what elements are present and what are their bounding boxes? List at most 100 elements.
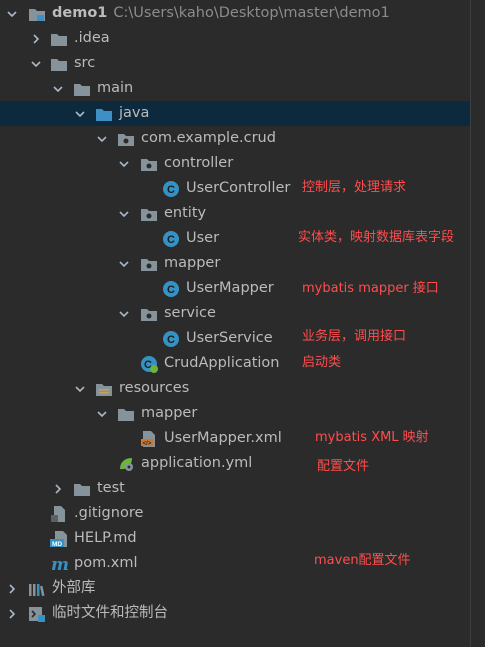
- package-label: com.example.crud: [141, 130, 276, 146]
- markdown-file-icon: MD: [50, 530, 68, 548]
- chevron-right-icon[interactable]: [6, 608, 18, 620]
- chevron-down-icon[interactable]: [96, 133, 108, 145]
- user-service-label: UserService: [186, 330, 273, 346]
- java-class-icon: C: [162, 230, 180, 248]
- service-label: service: [164, 305, 216, 321]
- chevron-down-icon[interactable]: [30, 58, 42, 70]
- entity-label: entity: [164, 205, 207, 221]
- chevron-right-icon[interactable]: [52, 483, 64, 495]
- external-libraries-label: 外部库: [52, 580, 96, 596]
- chevron-down-icon[interactable]: [118, 258, 130, 270]
- chevron-right-icon[interactable]: [30, 33, 42, 45]
- package-icon: [117, 130, 135, 148]
- root-label: demo1 C:\Users\kaho\Desktop\master\demo1: [52, 1, 390, 26]
- package-icon: [140, 305, 158, 323]
- chevron-down-icon[interactable]: [74, 383, 86, 395]
- xml-annotation: mybatis XML 映射: [315, 430, 429, 445]
- main-label: main: [97, 80, 134, 96]
- tree-row-resources-mapper[interactable]: mapper: [0, 401, 470, 426]
- tree-row-gitignore[interactable]: .gitignore: [0, 501, 470, 526]
- src-label: src: [74, 55, 96, 71]
- service-annotation: 业务层，调用接口: [302, 329, 407, 344]
- chevron-down-icon[interactable]: [118, 158, 130, 170]
- maven-icon: m: [50, 555, 68, 573]
- chevron-down-icon[interactable]: [6, 8, 18, 20]
- user-controller-label: UserController: [186, 180, 291, 196]
- tree-row-test[interactable]: test: [0, 476, 470, 501]
- scratches-label: 临时文件和控制台: [52, 605, 168, 621]
- package-icon: [140, 255, 158, 273]
- tree-row-src[interactable]: src: [0, 51, 470, 76]
- java-label: java: [119, 105, 150, 121]
- chevron-down-icon[interactable]: [96, 408, 108, 420]
- app-annotation: 启动类: [302, 355, 342, 370]
- tree-row-service[interactable]: service: [0, 301, 470, 326]
- java-class-icon: C: [162, 280, 180, 298]
- gitignore-label: .gitignore: [74, 505, 144, 521]
- libraries-icon: [28, 580, 46, 598]
- resources-folder-icon: [95, 380, 113, 398]
- scratches-icon: [28, 605, 46, 623]
- idea-label: .idea: [74, 30, 110, 46]
- module-folder-icon: [28, 5, 46, 23]
- root-path: C:\Users\kaho\Desktop\master\demo1: [113, 5, 390, 21]
- svg-text:C: C: [167, 234, 175, 246]
- controller-annotation: 控制层，处理请求: [302, 180, 407, 195]
- chevron-down-icon[interactable]: [74, 108, 86, 120]
- package-icon: [140, 205, 158, 223]
- pom-xml-label: pom.xml: [74, 555, 138, 571]
- entity-annotation: 实体类，映射数据库表字段: [298, 230, 455, 245]
- tree-row-application-yml[interactable]: application.yml: [0, 451, 470, 476]
- mapper-annotation: mybatis mapper 接口: [302, 281, 439, 296]
- tree-row-mapper[interactable]: mapper: [0, 251, 470, 276]
- tree-row-demo1[interactable]: demo1 C:\Users\kaho\Desktop\master\demo1: [0, 1, 470, 26]
- tree-row-controller[interactable]: controller: [0, 151, 470, 176]
- chevron-down-icon[interactable]: [118, 208, 130, 220]
- help-md-label: HELP.md: [74, 530, 137, 546]
- text-file-icon: [50, 505, 68, 523]
- crud-application-label: CrudApplication: [164, 355, 280, 371]
- tree-row-resources[interactable]: resources: [0, 376, 470, 401]
- root-name: demo1: [52, 5, 108, 21]
- chevron-down-icon[interactable]: [118, 308, 130, 320]
- tree-row-external-libraries[interactable]: 外部库: [0, 576, 470, 601]
- tree-row-main[interactable]: main: [0, 76, 470, 101]
- folder-icon: [50, 30, 68, 48]
- svg-text:m: m: [51, 555, 68, 573]
- controller-label: controller: [164, 155, 234, 171]
- test-label: test: [97, 480, 125, 496]
- chevron-right-icon[interactable]: [6, 583, 18, 595]
- java-class-icon: C: [162, 180, 180, 198]
- user-mapper-label: UserMapper: [186, 280, 274, 296]
- svg-text:MD: MD: [52, 541, 62, 548]
- tree-row-java[interactable]: java: [0, 101, 470, 126]
- folder-icon: [73, 80, 91, 98]
- spring-config-icon: [117, 455, 135, 473]
- svg-text:</>: </>: [143, 441, 152, 447]
- source-root-folder-icon: [95, 105, 113, 123]
- user-mapper-xml-label: UserMapper.xml: [164, 430, 282, 446]
- tree-row-crud-application[interactable]: C CrudApplication: [0, 351, 470, 376]
- tree-row-scratches[interactable]: 临时文件和控制台: [0, 601, 470, 626]
- resources-label: resources: [119, 380, 190, 396]
- folder-icon: [73, 480, 91, 498]
- svg-text:C: C: [167, 334, 175, 346]
- user-label: User: [186, 230, 220, 246]
- package-icon: [140, 155, 158, 173]
- java-class-icon: C: [162, 330, 180, 348]
- folder-icon: [50, 55, 68, 73]
- svg-text:C: C: [167, 284, 175, 296]
- application-yml-label: application.yml: [141, 455, 253, 471]
- resources-mapper-label: mapper: [141, 405, 198, 421]
- panel-divider: [470, 0, 471, 647]
- mapper-label: mapper: [164, 255, 221, 271]
- tree-row-idea[interactable]: .idea: [0, 26, 470, 51]
- chevron-down-icon[interactable]: [52, 83, 64, 95]
- xml-file-icon: </>: [140, 430, 158, 448]
- pom-annotation: maven配置文件: [314, 553, 411, 568]
- svg-text:C: C: [167, 184, 175, 196]
- spring-boot-app-icon: C: [140, 355, 158, 373]
- tree-row-entity[interactable]: entity: [0, 201, 470, 226]
- tree-row-package[interactable]: com.example.crud: [0, 126, 470, 151]
- folder-icon: [117, 405, 135, 423]
